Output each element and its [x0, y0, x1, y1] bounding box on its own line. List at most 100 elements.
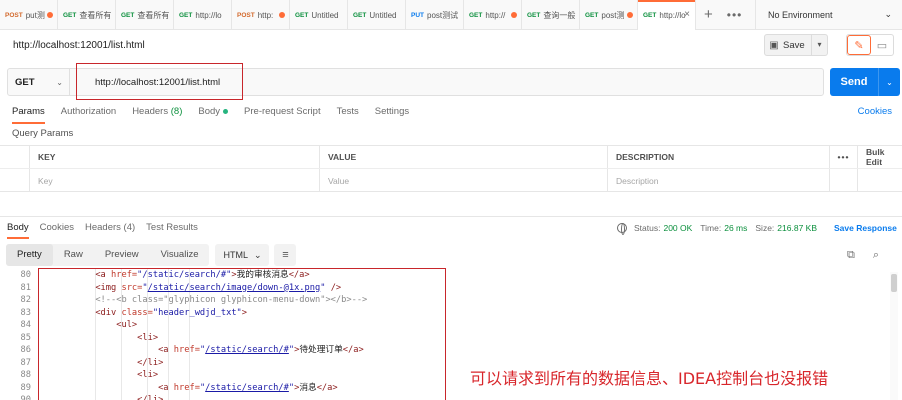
request-tab[interactable]: GET Untitled	[348, 0, 406, 30]
row-spacer	[858, 169, 902, 192]
tab-method: GET	[643, 11, 657, 19]
view-pretty[interactable]: Pretty	[6, 244, 53, 266]
edit-icon[interactable]: ✎	[847, 35, 871, 55]
tab-label: Test Results	[146, 222, 198, 233]
format-label: HTML	[223, 250, 248, 260]
value-header: VALUE	[320, 146, 608, 168]
method-select[interactable]: GET ⌄	[8, 69, 70, 95]
params-header-row: KEY VALUE DESCRIPTION ••• Bulk Edit	[0, 146, 902, 169]
key-input[interactable]: Key	[30, 169, 320, 192]
tab-tests[interactable]: Tests	[337, 100, 359, 124]
tab-method: PUT	[411, 11, 424, 19]
tab-label: Tests	[336, 106, 359, 117]
view-raw[interactable]: Raw	[53, 244, 94, 266]
response-tab-body[interactable]: Body	[7, 217, 29, 239]
tab-settings[interactable]: Settings	[375, 100, 409, 124]
format-select[interactable]: HTML ⌄	[215, 244, 270, 266]
tab-pre-request-script[interactable]: Pre-request Script	[244, 100, 321, 124]
request-title[interactable]: http://localhost:12001/list.html	[13, 40, 145, 51]
tab-count: (8)	[170, 106, 183, 117]
response-tab-headers[interactable]: Headers (4)	[85, 217, 135, 239]
chevron-down-icon[interactable]: ▾	[811, 35, 827, 55]
environment-selector[interactable]: No Environment ⌄	[756, 0, 902, 29]
save-icon: ▣	[769, 39, 779, 51]
url-highlight-box	[76, 63, 243, 100]
size-value[interactable]: 216.87 KB	[777, 223, 817, 233]
chevron-down-icon[interactable]: ⌄	[878, 68, 900, 96]
chevron-down-icon: ⌄	[884, 9, 892, 19]
status-value[interactable]: 200 OK	[663, 223, 692, 233]
comment-icon[interactable]: ▭	[871, 35, 893, 55]
annotation-text: 可以请求到所有的数据信息、IDEA控制台也没报错	[470, 369, 829, 388]
params-empty-row: Key Value Description	[0, 169, 902, 192]
tab-label: Settings	[374, 106, 410, 117]
tab-method: GET	[585, 11, 599, 19]
save-response-label: Save Response	[834, 223, 897, 233]
tab-title: post测试	[427, 10, 459, 20]
tab-title: 查看所有	[137, 10, 170, 20]
tab-method: GET	[469, 11, 483, 19]
response-tab-test-results[interactable]: Test Results	[146, 217, 198, 239]
more-tabs-icon[interactable]: •••	[727, 8, 743, 22]
new-tab-icon[interactable]: +	[704, 6, 713, 23]
description-input[interactable]: Description	[608, 169, 830, 192]
tab-label: Cookies	[39, 222, 74, 233]
send-button[interactable]: Send ⌄	[830, 68, 900, 96]
method-label: GET	[15, 76, 35, 88]
unsaved-dot-icon	[511, 12, 517, 18]
wrap-lines-icon[interactable]: ≡	[274, 244, 297, 266]
more-icon[interactable]: •••	[830, 146, 858, 168]
tab-label: Body	[7, 222, 29, 233]
tab-title: Untitled	[369, 10, 397, 20]
request-tab[interactable]: GET http://	[464, 0, 522, 30]
line-number: 87	[20, 357, 31, 368]
bulk-edit-button[interactable]: Bulk Edit	[858, 146, 902, 168]
time-value[interactable]: 26 ms	[724, 223, 747, 233]
globe-icon[interactable]	[617, 223, 627, 235]
request-tab[interactable]: GET http://lo ×	[638, 0, 696, 30]
response-tab-cookies[interactable]: Cookies	[40, 217, 74, 239]
code-highlight-box	[38, 268, 446, 400]
request-tab[interactable]: GET post测	[580, 0, 638, 30]
request-tab[interactable]: POST http:	[232, 0, 290, 30]
request-tab[interactable]: GET 查询一般	[522, 0, 580, 30]
close-icon[interactable]: ×	[684, 9, 690, 20]
tab-params[interactable]: Params	[12, 100, 45, 124]
chevron-down-icon: ⌄	[253, 249, 262, 260]
request-tabs: Params Authorization Headers (8) Body Pre-re…	[0, 100, 902, 124]
save-response-button[interactable]: Save Response⌄	[834, 223, 902, 233]
checkbox-column	[0, 146, 30, 168]
request-tab[interactable]: PUT post测试	[406, 0, 464, 30]
scrollbar-thumb[interactable]	[891, 274, 897, 292]
view-mode-segment: Pretty Raw Preview Visualize	[6, 244, 210, 266]
request-tab[interactable]: POST put测	[0, 0, 58, 30]
request-tab[interactable]: GET Untitled	[290, 0, 348, 30]
view-visualize[interactable]: Visualize	[150, 244, 210, 266]
tab-count: (4)	[123, 222, 136, 233]
tab-headers[interactable]: Headers (8)	[132, 100, 182, 124]
tab-label: Authorization	[60, 106, 117, 117]
tab-label: Headers	[84, 222, 121, 233]
tab-authorization[interactable]: Authorization	[61, 100, 116, 124]
description-header: DESCRIPTION	[608, 146, 830, 168]
request-tab[interactable]: GET http://lo	[174, 0, 232, 30]
request-title-row: http://localhost:12001/list.html ▣ Save …	[0, 30, 902, 61]
tab-body[interactable]: Body	[198, 100, 229, 124]
response-status-bar: Status: 200 OK Time: 26 ms Size: 216.87 …	[617, 217, 902, 239]
row-spacer	[830, 169, 858, 192]
request-tab[interactable]: GET 查看所有	[116, 0, 174, 30]
response-tabs-holder: Body Cookies Headers (4) Test Results	[0, 217, 202, 239]
chevron-down-icon: ⌄	[56, 77, 63, 87]
copy-icon[interactable]: ⧉	[847, 249, 855, 262]
tab-title: 查看所有	[79, 10, 112, 20]
value-input[interactable]: Value	[320, 169, 608, 192]
code-scrollbar[interactable]	[890, 272, 898, 400]
view-preview[interactable]: Preview	[94, 244, 150, 266]
response-tabs: Body Cookies Headers (4) Test Results Statu…	[0, 217, 902, 239]
request-tab[interactable]: GET 查看所有	[58, 0, 116, 30]
tab-label: Headers	[132, 106, 169, 117]
save-button[interactable]: ▣ Save ▾	[764, 34, 828, 56]
cookies-link[interactable]: Cookies	[858, 100, 892, 124]
line-number: 90	[20, 395, 31, 400]
search-icon[interactable]: ⌕	[873, 249, 879, 262]
